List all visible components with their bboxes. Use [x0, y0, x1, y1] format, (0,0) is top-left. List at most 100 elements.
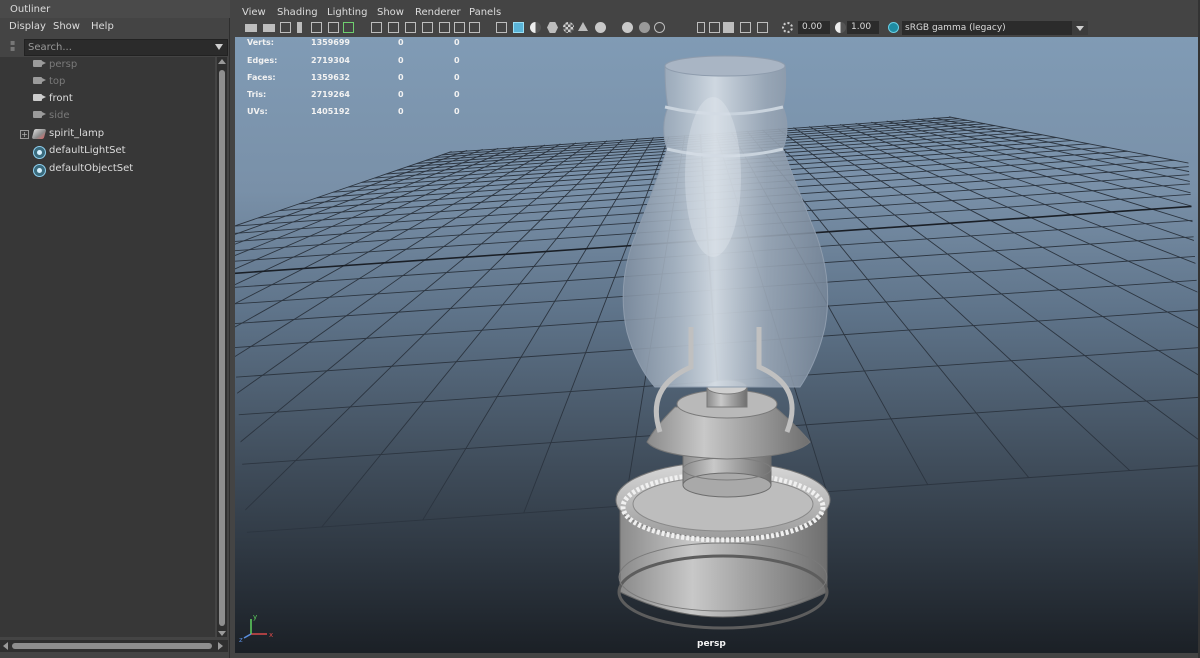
wireframe-icon[interactable]: [496, 22, 507, 33]
outliner-title: Outliner: [0, 0, 230, 18]
item-label: defaultObjectSet: [49, 163, 134, 174]
item-label: spirit_lamp: [49, 128, 105, 139]
outliner-item-default-object-set[interactable]: defaultObjectSet: [0, 161, 215, 178]
wireframe-on-shaded-icon[interactable]: [547, 22, 558, 33]
gamma-icon[interactable]: [835, 22, 846, 33]
menu-renderer[interactable]: Renderer: [415, 7, 461, 18]
grip-icon: ▪ ▪: [10, 38, 16, 53]
gamma-field[interactable]: 1.00: [847, 21, 879, 34]
expand-icon[interactable]: +: [20, 130, 29, 139]
use-all-lights-icon[interactable]: [578, 22, 588, 31]
outliner-item-front[interactable]: front: [0, 91, 215, 108]
menu-help[interactable]: Help: [91, 21, 114, 32]
outliner-item-spirit-lamp[interactable]: + spirit_lamp: [0, 126, 215, 143]
outliner-item-top[interactable]: top: [0, 74, 215, 91]
exposure-icon[interactable]: [782, 22, 793, 33]
depth-of-field-icon[interactable]: [697, 22, 705, 33]
default-material-icon[interactable]: [530, 22, 541, 33]
xray-joints-icon[interactable]: [740, 22, 751, 33]
outliner-item-side[interactable]: side: [0, 108, 215, 125]
hud-row-verts: Verts: 1359699 0 0: [247, 38, 507, 55]
camera-icon: [33, 111, 46, 118]
scroll-up-arrow-icon[interactable]: [218, 59, 226, 64]
exposure-field[interactable]: 0.00: [798, 21, 830, 34]
item-label: side: [49, 110, 70, 121]
mesh-group-icon: [31, 129, 47, 139]
hud-value: 0: [398, 107, 404, 116]
bookmark-icon[interactable]: [280, 22, 291, 33]
safe-title-icon[interactable]: [469, 22, 480, 33]
outliner-panel: Outliner Display Show Help ▪ ▪ Search... …: [0, 0, 230, 658]
set-icon: [33, 146, 46, 159]
search-placeholder: Search...: [28, 42, 72, 53]
film-gate-icon[interactable]: [388, 22, 399, 33]
color-space-select[interactable]: sRGB gamma (legacy): [902, 21, 1088, 35]
multisample-aa-icon[interactable]: [654, 22, 665, 33]
scroll-down-arrow-icon[interactable]: [218, 631, 226, 636]
field-chart-icon[interactable]: [439, 22, 450, 33]
resolution-gate-icon[interactable]: [405, 22, 416, 33]
hud-value: 0: [454, 56, 460, 65]
3d-viewport[interactable]: Verts: 1359699 0 0 Edges: 2719304 0 0 Fa…: [235, 37, 1200, 653]
spirit-lamp-model: [615, 55, 831, 630]
horizontal-scroll-thumb[interactable]: [12, 643, 212, 649]
outliner-tree: persp top front side + spirit_lamp defau…: [0, 57, 215, 637]
select-camera-icon[interactable]: [245, 24, 257, 32]
smooth-shade-icon[interactable]: [513, 22, 524, 33]
hud-value: 0: [398, 56, 404, 65]
camera-icon: [33, 60, 46, 67]
bookmark-flag-icon[interactable]: [297, 22, 302, 33]
grid-toggle-icon[interactable]: [371, 22, 382, 33]
hud-label: Faces:: [247, 73, 276, 82]
hud-value: 0: [454, 38, 460, 47]
set-icon: [33, 164, 46, 177]
shadows-icon[interactable]: [595, 22, 606, 33]
menu-view[interactable]: View: [242, 7, 266, 18]
hud-label: Verts:: [247, 38, 274, 47]
camera-icon: [33, 77, 46, 84]
menu-panels[interactable]: Panels: [469, 7, 501, 18]
hud-row-uvs: UVs: 1405192 0 0: [247, 107, 507, 124]
scroll-left-arrow-icon[interactable]: [3, 642, 8, 650]
hud-value: 0: [454, 107, 460, 116]
search-dropdown-icon[interactable]: [215, 44, 223, 50]
screen-space-ao-icon[interactable]: [622, 22, 633, 33]
xray-icon[interactable]: [723, 22, 734, 33]
color-space-dropdown-icon[interactable]: [1072, 21, 1088, 35]
hud-value: 2719264: [311, 90, 350, 99]
hud-value: 1405192: [311, 107, 350, 116]
menu-show[interactable]: Show: [53, 21, 80, 32]
hud-value: 1359632: [311, 73, 350, 82]
item-label: defaultLightSet: [49, 145, 126, 156]
view-axis-gizmo: x y z: [239, 613, 273, 643]
camera-attributes-icon[interactable]: [263, 24, 275, 32]
2d-pan-zoom-icon[interactable]: [328, 22, 339, 33]
menu-lighting[interactable]: Lighting: [327, 7, 367, 18]
hud-value: 0: [454, 73, 460, 82]
image-plane-icon[interactable]: [311, 22, 322, 33]
safe-action-icon[interactable]: [454, 22, 465, 33]
xray-active-components-icon[interactable]: [757, 22, 768, 33]
menu-shading[interactable]: Shading: [277, 7, 318, 18]
axis-x-label: x: [269, 631, 273, 639]
gate-mask-icon[interactable]: [422, 22, 433, 33]
outliner-item-persp[interactable]: persp: [0, 57, 215, 74]
hud-label: Tris:: [247, 90, 267, 99]
outliner-menubar: Display Show Help: [0, 18, 230, 36]
menu-display[interactable]: Display: [9, 21, 46, 32]
hud-value: 0: [398, 73, 404, 82]
axis-z-label: z: [239, 636, 243, 643]
grease-pencil-icon[interactable]: [343, 22, 354, 33]
item-label: persp: [49, 59, 78, 70]
scroll-right-arrow-icon[interactable]: [218, 642, 223, 650]
motion-blur-icon[interactable]: [639, 22, 650, 33]
isolate-select-icon[interactable]: [709, 22, 720, 33]
hud-value: 0: [398, 90, 404, 99]
outliner-search-input[interactable]: Search...: [24, 39, 228, 56]
axis-y-label: y: [253, 613, 257, 621]
vertical-scroll-thumb[interactable]: [219, 70, 225, 626]
outliner-item-default-light-set[interactable]: defaultLightSet: [0, 143, 215, 160]
textured-icon[interactable]: [563, 22, 574, 33]
color-management-icon[interactable]: [888, 22, 899, 33]
menu-show[interactable]: Show: [377, 7, 404, 18]
